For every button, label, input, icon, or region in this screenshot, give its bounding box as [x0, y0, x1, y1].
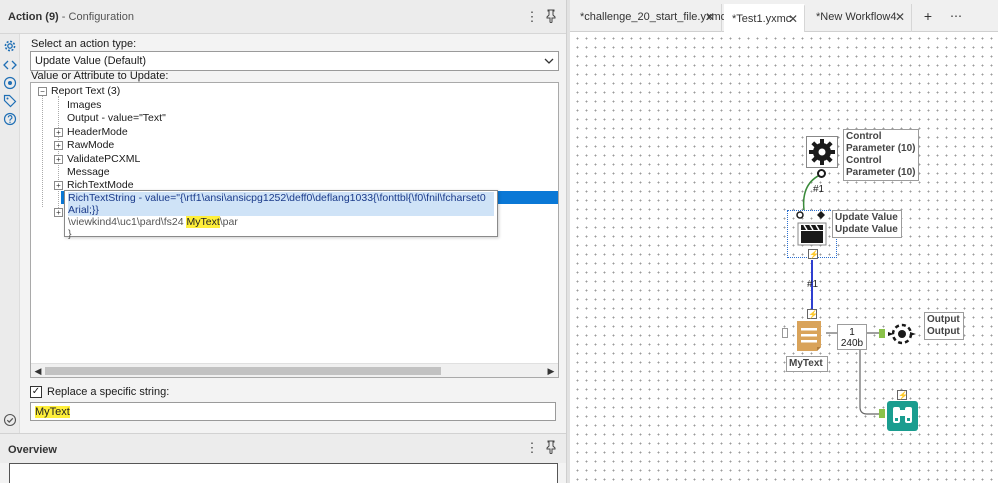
action-type-dropdown[interactable]: Update Value (Default)	[30, 51, 559, 71]
macro-interface-icon[interactable]	[3, 76, 17, 90]
configuration-title: Action (9) - Configuration	[8, 11, 134, 23]
scrollbar-thumb[interactable]	[45, 367, 441, 375]
gear-icon	[806, 136, 838, 168]
configuration-body: Select an action type: Update Value (Def…	[21, 34, 566, 433]
more-options-icon[interactable]: ⋮	[525, 440, 539, 456]
scroll-left-icon[interactable]: ◀	[32, 365, 44, 377]
horizontal-scrollbar[interactable]: ◀ ▶	[31, 363, 558, 377]
tooltip-line-2-suffix: \par	[219, 216, 238, 228]
browse-tool[interactable]	[887, 401, 918, 431]
control-parameter-label: Control Parameter (10) Control Parameter…	[843, 129, 919, 181]
record-count-badge: 1 240b	[837, 324, 867, 350]
add-tab-icon[interactable]: +	[918, 6, 938, 26]
close-icon[interactable]: ✕	[895, 4, 905, 30]
more-tabs-icon[interactable]: ⋯	[946, 6, 966, 26]
expand-toggle-icon[interactable]: +	[54, 181, 63, 190]
tab-new-workflow4[interactable]: *New Workflow4 ✕	[808, 4, 912, 32]
value-to-update-label: Value or Attribute to Update:	[31, 70, 169, 82]
scroll-right-icon[interactable]: ▶	[545, 365, 557, 377]
connections-layer	[802, 173, 884, 415]
status-check-icon[interactable]	[3, 413, 17, 427]
lightning-anchor-icon[interactable]: ⚡	[897, 390, 908, 400]
replace-label: Replace a specific string:	[47, 386, 170, 398]
overview-title: Overview	[8, 444, 57, 456]
binoculars-icon	[887, 401, 918, 431]
overview-map[interactable]	[9, 463, 558, 483]
gear-icon[interactable]	[3, 39, 17, 53]
workflow-tabs: *challenge_20_start_file.yxmd ✕ *Test1.yx…	[570, 0, 998, 32]
action-type-label: Select an action type:	[31, 38, 137, 50]
attribute-tree[interactable]: − Report Text (3) Images Output - value=…	[30, 82, 559, 378]
replace-checkbox[interactable]: ✓	[30, 386, 42, 398]
close-icon[interactable]: ✕	[705, 4, 715, 30]
input-anchor-icon[interactable]	[782, 328, 788, 338]
overview-header: Overview ⋮	[0, 433, 566, 463]
more-options-icon[interactable]: ⋮	[525, 9, 539, 25]
help-icon[interactable]	[3, 112, 17, 126]
expand-toggle-icon[interactable]: +	[54, 155, 63, 164]
tooltip-highlighted-text: MyText	[186, 216, 220, 228]
code-icon[interactable]	[3, 58, 17, 72]
close-icon[interactable]: ✕	[788, 6, 798, 32]
left-rail	[0, 34, 20, 433]
output-label: Output Output	[924, 312, 964, 340]
lightning-anchor-icon[interactable]: ⚡	[808, 249, 819, 259]
value-tooltip: RichTextString - value="{\rtf1\ansi\ansi…	[64, 190, 498, 240]
replace-string-input[interactable]: MyText	[30, 402, 556, 421]
tag-icon[interactable]	[3, 94, 17, 108]
control-parameter-tool[interactable]	[806, 136, 838, 168]
input-anchor-icon[interactable]	[879, 409, 885, 418]
expand-toggle-icon[interactable]: +	[54, 128, 63, 137]
text-input-tool[interactable]	[791, 319, 827, 353]
output-anchor-icon[interactable]	[817, 169, 826, 178]
tree-guide-line	[42, 96, 43, 207]
pin-icon[interactable]	[544, 9, 558, 25]
action-type-value: Update Value (Default)	[35, 55, 147, 67]
replace-string-value: MyText	[35, 406, 70, 418]
text-input-icon	[797, 321, 821, 351]
connection-label-1: #1	[813, 184, 825, 195]
chevron-down-icon	[544, 54, 554, 71]
expand-toggle-icon[interactable]: +	[54, 208, 63, 217]
update-value-label: Update Value Update Value	[832, 210, 902, 238]
input-anchor-icon[interactable]	[879, 329, 885, 338]
configuration-header: Action (9) - Configuration ⋮	[0, 0, 566, 34]
tooltip-line-3: }	[68, 228, 72, 240]
macro-output-tool[interactable]	[886, 318, 918, 350]
tooltip-line-1: RichTextString - value="{\rtf1\ansi\ansi…	[68, 192, 494, 216]
tab-challenge-20[interactable]: *challenge_20_start_file.yxmd ✕	[572, 4, 727, 32]
macro-output-icon	[886, 318, 918, 350]
configuration-panel: Action (9) - Configuration ⋮ Select an a…	[0, 0, 566, 483]
collapse-toggle-icon[interactable]: −	[38, 87, 47, 96]
workflow-canvas[interactable]: Control Parameter (10) Control Parameter…	[570, 32, 998, 483]
text-input-label: MyText	[786, 356, 828, 372]
tab-test1[interactable]: *Test1.yxmc ✕	[724, 4, 805, 32]
tooltip-line-2-prefix: \viewkind4\uc1\pard\fs24	[68, 216, 187, 228]
expand-toggle-icon[interactable]: +	[54, 141, 63, 150]
connection-label-2: #1	[807, 279, 819, 290]
pin-icon[interactable]	[544, 440, 558, 456]
lightning-anchor-icon[interactable]: ⚡	[807, 309, 818, 319]
